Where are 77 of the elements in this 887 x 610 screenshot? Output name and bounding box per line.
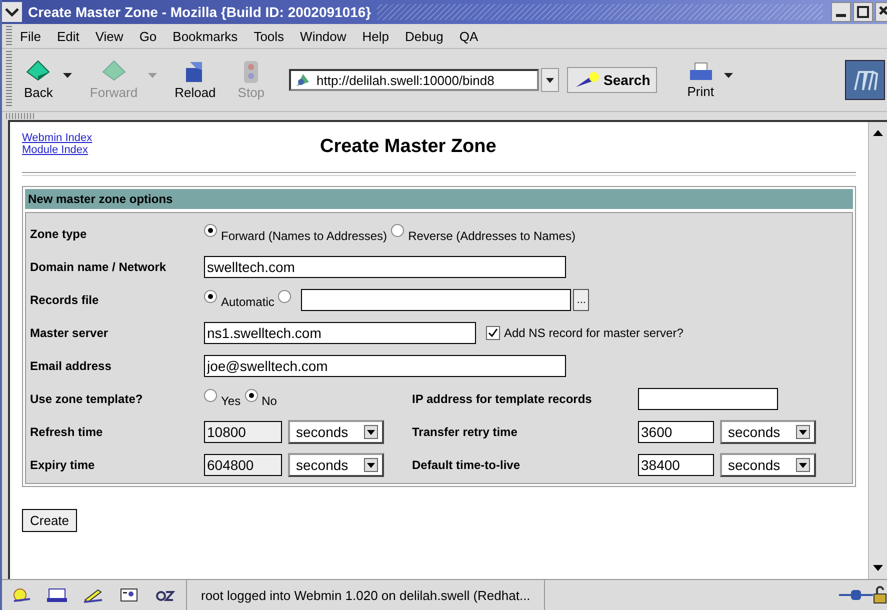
field-label: Use zone template? [30, 392, 144, 406]
field-label: Transfer retry time [412, 424, 518, 438]
menu-item[interactable]: Bookmarks [172, 28, 238, 44]
text-field[interactable]: ns1.swelltech.com [204, 322, 476, 344]
nav-link[interactable]: Webmin Index [22, 132, 236, 144]
number-field[interactable]: 38400 [638, 454, 714, 476]
connection-icon[interactable] [839, 587, 873, 603]
field-label: IP address for template records [412, 392, 593, 406]
maximize-icon[interactable] [853, 2, 873, 22]
page-icon [294, 72, 311, 88]
create-button[interactable]: Create [22, 509, 78, 532]
number-field[interactable]: 3600 [638, 420, 714, 442]
field-label: Refresh time [30, 424, 104, 438]
address-book-icon[interactable] [118, 587, 140, 603]
page-heading: Create Master Zone [320, 136, 496, 158]
checkbox-label: Add NS record for master server? [504, 326, 684, 340]
section-header: New master zone options [25, 189, 853, 209]
radio-button[interactable] [204, 290, 217, 303]
radio-button[interactable] [278, 290, 292, 303]
menu-item[interactable]: Help [362, 28, 390, 44]
minimize-icon[interactable] [831, 2, 851, 22]
menu-item[interactable]: Tools [254, 28, 284, 44]
radio-label: No [262, 394, 277, 408]
text-field[interactable]: joe@swelltech.com [204, 354, 566, 376]
print-button[interactable]: Print [683, 61, 718, 99]
url-field[interactable]: http://delilah.swell:10000/bind8 [288, 69, 539, 91]
pen-icon[interactable] [82, 587, 104, 603]
printer-icon [688, 61, 714, 83]
menu-item[interactable]: Debug [405, 28, 444, 44]
scroll-down-icon[interactable] [871, 563, 885, 573]
field-label: Email address [30, 358, 112, 372]
close-icon[interactable] [875, 2, 887, 22]
radio-button[interactable] [204, 389, 217, 402]
scrollbar[interactable] [868, 122, 887, 579]
menu-item[interactable]: Go [139, 28, 157, 44]
menu-item[interactable]: Edit [56, 28, 80, 44]
search-button[interactable]: Search [566, 67, 658, 93]
menu-item[interactable]: Window [300, 28, 346, 44]
logo-icon[interactable] [845, 60, 885, 100]
toolbar-button[interactable]: Back [20, 60, 57, 100]
nav-link[interactable]: Module Index [22, 144, 236, 156]
status-text: root logged into Webmin 1.020 on delilah.swell (Redhat... [187, 580, 546, 610]
field-label: Domain name / Network [30, 260, 168, 274]
radio-button[interactable] [204, 224, 217, 237]
number-field[interactable]: 604800 [204, 454, 282, 476]
radio-label: Reverse (Addresses to Names) [408, 229, 576, 243]
menu-item[interactable]: QA [459, 28, 478, 44]
text-field[interactable] [638, 388, 778, 410]
field-label: Default time-to-live [412, 458, 522, 472]
field-label: Records file [30, 292, 100, 306]
text-field[interactable]: swelltech.com [204, 256, 566, 278]
radio-label: Automatic [221, 295, 274, 309]
dropdown-arrow-icon[interactable] [62, 73, 72, 79]
dropdown-arrow-icon[interactable] [724, 73, 733, 79]
checkbox[interactable] [486, 326, 500, 340]
unit-select[interactable]: seconds [720, 452, 816, 476]
toolbar-button[interactable]: Reload [170, 60, 220, 100]
radio-label: Yes [221, 394, 241, 408]
browse-button[interactable]: ... [573, 288, 590, 310]
menu-item[interactable]: View [95, 28, 124, 44]
field-label: Master server [30, 326, 110, 340]
file-path-field[interactable] [301, 288, 572, 310]
scroll-up-icon[interactable] [871, 128, 885, 138]
radio-label: Forward (Names to Addresses) [221, 229, 388, 243]
unit-select[interactable]: seconds [288, 420, 384, 444]
window-title: Create Master Zone - Mozilla {Build ID: 2002091016} [28, 4, 372, 20]
number-field[interactable]: 10800 [204, 420, 282, 442]
menu-item[interactable]: File [20, 28, 41, 44]
field-label: Zone type [30, 226, 88, 240]
padlock-icon[interactable] [873, 586, 887, 604]
window-menu-icon[interactable] [2, 2, 22, 22]
unit-select[interactable]: seconds [288, 452, 384, 476]
mail-icon[interactable] [46, 587, 68, 603]
radio-button[interactable] [244, 389, 258, 402]
field-label: Expiry time [30, 458, 96, 472]
unit-select[interactable]: seconds [720, 420, 816, 444]
radio-button[interactable] [391, 224, 404, 237]
